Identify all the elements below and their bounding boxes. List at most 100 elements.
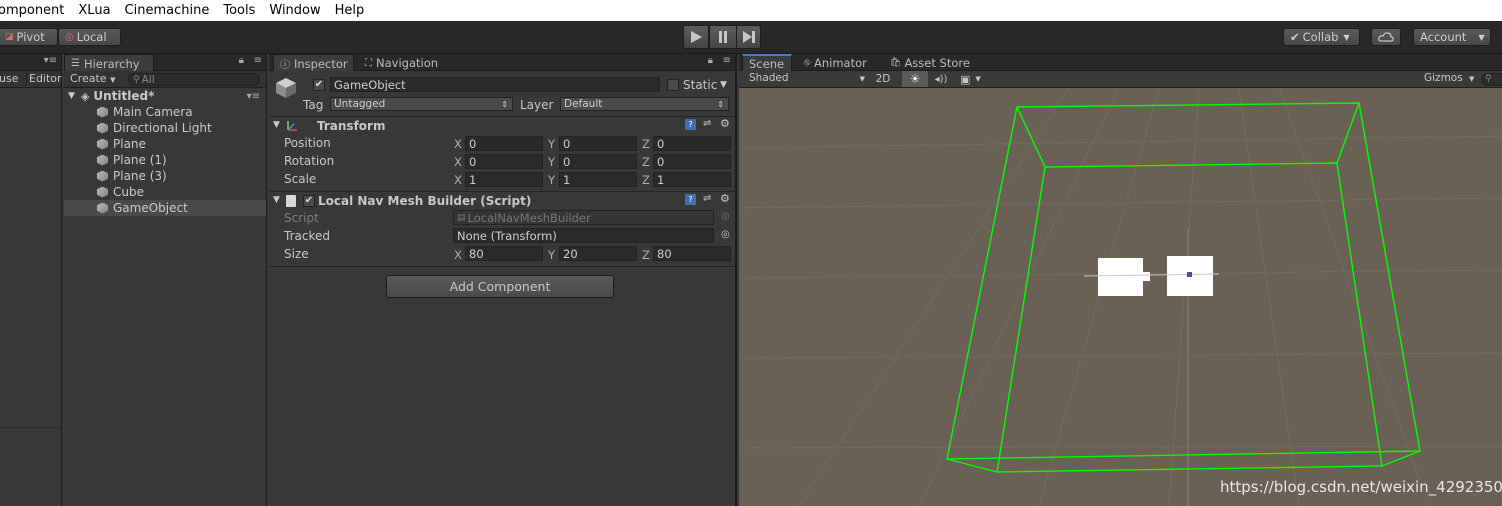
position-x-field[interactable]: 0 (465, 136, 543, 151)
hierarchy-item-plane[interactable]: Plane (64, 136, 266, 152)
help-icon[interactable]: ? (685, 194, 696, 205)
gear-icon[interactable]: ⚙ (720, 192, 730, 205)
rotation-y-field[interactable]: 0 (559, 154, 637, 169)
hierarchy-item-cube[interactable]: Cube (64, 184, 266, 200)
gameobject-gizmo[interactable] (1187, 272, 1192, 277)
panel-menu-icon[interactable]: ≡ (254, 55, 262, 66)
pause-button[interactable] (709, 25, 737, 49)
menu-cinemachine[interactable]: Cinemachine (125, 3, 210, 18)
lighting-toggle[interactable]: ☀ (902, 71, 928, 87)
tag-dropdown[interactable]: Untagged ⇕ (330, 97, 513, 111)
tab-animator[interactable]: ⛗ Animator (797, 54, 873, 71)
hierarchy-item-directional-light[interactable]: Directional Light (64, 120, 266, 136)
local-button[interactable]: ◎ Local (58, 28, 121, 46)
hierarchy-item-gameobject[interactable]: GameObject (64, 200, 266, 216)
add-component-button[interactable]: Add Component (386, 275, 614, 298)
gizmos-label: Gizmos (1424, 72, 1463, 84)
tab-hierarchy[interactable]: ☰ Hierarchy (64, 54, 154, 71)
effects-dropdown[interactable]: ▣ ▼ (960, 71, 990, 87)
scene-panel: Scene ⛗ Animator 🛍︎ Asset Store Shaded ▼… (739, 54, 1502, 506)
scale-y-field[interactable]: 1 (559, 172, 637, 187)
2d-toggle[interactable]: 2D (870, 71, 896, 87)
gameobject-icon (97, 106, 108, 118)
lock-icon[interactable]: 🔒︎ (708, 55, 713, 66)
rotation-x-field[interactable]: 0 (465, 154, 543, 169)
play-button[interactable] (683, 25, 709, 49)
pivot-label: Pivot (16, 30, 45, 44)
hierarchy-item-plane-1[interactable]: Plane (1) (64, 152, 266, 168)
preset-icon[interactable]: ⇌ (703, 193, 711, 204)
plane-object[interactable] (1138, 272, 1150, 281)
menu-window[interactable]: Window (269, 3, 320, 18)
script-icon (286, 195, 296, 207)
rotation-z-field[interactable]: 0 (653, 154, 731, 169)
axis-z-label: Z (642, 173, 650, 187)
left-tab-partial[interactable]: use (0, 72, 18, 85)
help-icon[interactable]: ? (685, 119, 696, 130)
cloud-button[interactable] (1371, 28, 1401, 46)
hierarchy-item-label: Plane (3) (113, 169, 167, 183)
animator-icon: ⛗ (803, 57, 811, 69)
account-button[interactable]: Account ▼ (1413, 28, 1491, 46)
gear-icon[interactable]: ⚙ (720, 117, 730, 130)
dropdown-arrow-icon: ▼ (1343, 32, 1350, 42)
audio-toggle[interactable]: ◂)) (931, 71, 951, 87)
editor-label[interactable]: Editor (26, 72, 62, 85)
axis-x-label: X (454, 155, 462, 169)
tracked-field[interactable]: None (Transform) (453, 228, 714, 243)
axis-y-label: Y (548, 173, 556, 187)
tab-scene[interactable]: Scene (742, 54, 792, 71)
transform-header[interactable]: ▼ Transform ? ⇌ ⚙ (269, 116, 735, 134)
scene-search-input[interactable]: ⚲ (1481, 73, 1502, 86)
hierarchy-item-main-camera[interactable]: Main Camera (64, 104, 266, 120)
size-x-field[interactable]: 80 (465, 246, 543, 261)
2d-label: 2D (875, 73, 891, 85)
tab-inspector[interactable]: ⓘ Inspector (273, 54, 354, 71)
static-checkbox[interactable] (667, 79, 679, 91)
shading-dropdown[interactable]: Shaded ▼ (749, 72, 867, 84)
hierarchy-search-input[interactable]: ⚲ All (128, 73, 260, 86)
scene-viewport[interactable] (739, 88, 1502, 506)
step-button[interactable] (736, 25, 761, 49)
active-checkbox[interactable]: ✔ (313, 79, 325, 91)
menu-component[interactable]: omponent (0, 3, 64, 18)
script-component-header[interactable]: ▼ ✔ Local Nav Mesh Builder (Script) ? ⇌ … (269, 191, 735, 209)
play-icon (691, 31, 702, 43)
position-y-field[interactable]: 0 (559, 136, 637, 151)
create-label: Create (70, 72, 107, 85)
hierarchy-tabbar: ☰ Hierarchy 🔒︎ ≡ (64, 54, 266, 71)
plane-object[interactable] (1098, 258, 1143, 296)
pivot-button[interactable]: ◪ Pivot (0, 28, 58, 46)
menu-tools[interactable]: Tools (223, 3, 255, 18)
create-dropdown[interactable]: Create ▼ (70, 72, 115, 85)
size-z-field[interactable]: 80 (653, 246, 731, 261)
layer-dropdown[interactable]: Default ⇕ (560, 97, 729, 111)
dropdown-arrow-icon: ▼ (110, 76, 116, 84)
dropdown-arrow-icon[interactable]: ▼ (720, 80, 727, 90)
size-y-field[interactable]: 20 (559, 246, 637, 261)
layer-value: Default (564, 98, 603, 110)
lock-icon[interactable]: 🔒︎ (239, 55, 244, 66)
dropdown-arrows-icon: ⇕ (717, 99, 724, 109)
scale-z-field[interactable]: 1 (653, 172, 731, 187)
panel-menu-icon[interactable]: ▾≡ (247, 91, 260, 102)
axis-y-label: Y (548, 155, 556, 169)
tab-navigation[interactable]: ⛶ Navigation (359, 54, 444, 71)
menu-icon[interactable]: ▾≡ (44, 55, 57, 66)
object-picker-icon[interactable]: ◎ (721, 229, 730, 240)
scale-x-field[interactable]: 1 (465, 172, 543, 187)
collab-button[interactable]: ✔ Collab ▼ (1283, 28, 1360, 46)
gizmos-dropdown[interactable]: Gizmos ▼ (1424, 72, 1474, 84)
layer-label: Layer (520, 98, 554, 112)
position-z-field[interactable]: 0 (653, 136, 731, 151)
preset-icon[interactable]: ⇌ (703, 118, 711, 129)
menu-xlua[interactable]: XLua (78, 3, 110, 18)
object-name-field[interactable]: GameObject (330, 77, 660, 92)
tab-asset-store[interactable]: 🛍︎ Asset Store (884, 54, 976, 71)
pivot-icon: ◪ (5, 32, 14, 42)
script-enabled-checkbox[interactable]: ✔ (303, 195, 315, 207)
panel-menu-icon[interactable]: ≡ (723, 55, 731, 66)
menu-help[interactable]: Help (335, 3, 365, 18)
hierarchy-item-plane-3[interactable]: Plane (3) (64, 168, 266, 184)
scene-root-row[interactable]: ▼ ◈ Untitled* ▾≡ (64, 88, 266, 104)
